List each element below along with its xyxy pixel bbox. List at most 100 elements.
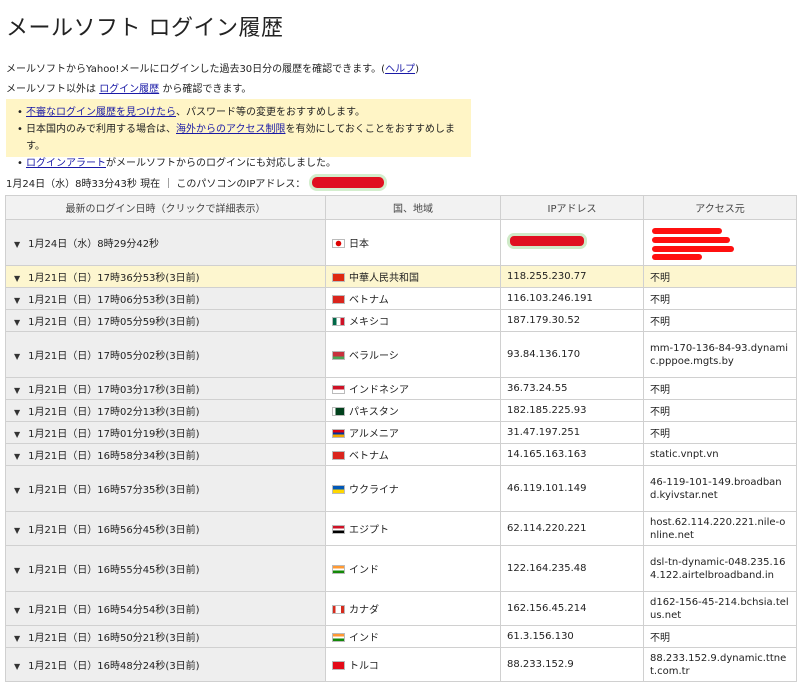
date-cell[interactable]: ▼ 1月21日（日）17時36分53秒(3日前) [5,265,326,288]
host-cell: 不明 [643,287,797,310]
login-alert-link[interactable]: ログインアラート [26,158,106,169]
table-row[interactable]: ▼ 1月21日（日）17時06分53秒(3日前) ベトナム 116.103.246… [5,287,797,310]
triangle-down-icon[interactable]: ▼ [14,318,20,327]
table-row[interactable]: ▼ 1月21日（日）17時05分02秒(3日前) ベラルーシ 93.84.136.… [5,331,797,378]
country-cell: ウクライナ [325,465,501,512]
flag-pakistan-icon [332,407,345,416]
country-cell: ベトナム [325,287,501,310]
host-cell: 46-119-101-149.broadband.kyivstar.net [643,465,797,512]
table-row[interactable]: ▼ 1月21日（日）16時55分45秒(3日前) インド 122.164.235.… [5,545,797,592]
login-history-table: 最新のログイン日時（クリックで詳細表示） 国、地域 IPアドレス アクセス元 ▼… [5,195,797,682]
overseas-access-restriction-link[interactable]: 海外からのアクセス制限 [176,124,286,135]
triangle-down-icon[interactable]: ▼ [14,352,20,361]
header-ip: IPアドレス [500,195,644,220]
country-cell: ベトナム [325,443,501,466]
triangle-down-icon[interactable]: ▼ [14,296,20,305]
date-cell[interactable]: ▼ 1月21日（日）16時56分45秒(3日前) [5,511,326,546]
ip-cell: 31.47.197.251 [500,421,644,444]
host-cell: 88.233.152.9.dynamic.ttnet.com.tr [643,647,797,682]
table-row[interactable]: ▼ 1月21日（日）17時05分59秒(3日前) メキシコ 187.179.30.… [5,309,797,332]
country-cell: エジプト [325,511,501,546]
notice-item: 不審なログイン履歴を見つけたら、パスワード等の変更をおすすめします。 [17,104,471,121]
host-cell: dsl-tn-dynamic-048.235.164.122.airtelbro… [643,545,797,592]
flag-mexico-icon [332,317,345,326]
header-host: アクセス元 [643,195,797,220]
triangle-down-icon[interactable]: ▼ [14,408,20,417]
date-cell[interactable]: ▼ 1月21日（日）17時03分17秒(3日前) [5,377,326,400]
country-cell: インド [325,625,501,648]
notice-box: 不審なログイン履歴を見つけたら、パスワード等の変更をおすすめします。 日本国内の… [6,99,471,172]
ip-cell: 187.179.30.52 [500,309,644,332]
triangle-down-icon[interactable]: ▼ [14,240,20,249]
country-cell: パキスタン [325,399,501,422]
host-cell: 不明 [643,421,797,444]
suspicious-login-link[interactable]: 不審なログイン履歴を見つけたら [26,107,176,118]
ip-cell: 122.164.235.48 [500,545,644,592]
table-row[interactable]: ▼ 1月24日（水）8時29分42秒 日本 [5,219,797,266]
header-country: 国、地域 [325,195,501,220]
flag-canada-icon [332,605,345,614]
triangle-down-icon[interactable]: ▼ [14,386,20,395]
flag-ukraine-icon [332,485,345,494]
date-cell[interactable]: ▼ 1月21日（日）17時05分59秒(3日前) [5,309,326,332]
flag-belarus-icon [332,351,345,360]
date-cell[interactable]: ▼ 1月21日（日）17時06分53秒(3日前) [5,287,326,310]
date-cell[interactable]: ▼ 1月21日（日）16時50分21秒(3日前) [5,625,326,648]
triangle-down-icon[interactable]: ▼ [14,452,20,461]
triangle-down-icon[interactable]: ▼ [14,486,20,495]
host-cell: 不明 [643,399,797,422]
table-row[interactable]: ▼ 1月21日（日）16時48分24秒(3日前) トルコ 88.233.152.9… [5,647,797,682]
ip-cell: 162.156.45.214 [500,591,644,626]
ip-cell: 118.255.230.77 [500,265,644,288]
table-row[interactable]: ▼ 1月21日（日）16時57分35秒(3日前) ウクライナ 46.119.101… [5,465,797,512]
table-row[interactable]: ▼ 1月21日（日）16時50分21秒(3日前) インド 61.3.156.130… [5,625,797,648]
country-cell: 日本 [325,219,501,266]
triangle-down-icon[interactable]: ▼ [14,606,20,615]
triangle-down-icon[interactable]: ▼ [14,566,20,575]
help-link[interactable]: ヘルプ [385,64,415,75]
triangle-down-icon[interactable]: ▼ [14,662,20,671]
triangle-down-icon[interactable]: ▼ [14,274,20,283]
table-row[interactable]: ▼ 1月21日（日）17時01分19秒(3日前) アルメニア 31.47.197.… [5,421,797,444]
header-date: 最新のログイン日時（クリックで詳細表示） [5,195,326,220]
ip-cell: 14.165.163.163 [500,443,644,466]
date-cell[interactable]: ▼ 1月21日（日）16時57分35秒(3日前) [5,465,326,512]
host-cell: 不明 [643,377,797,400]
flag-china-icon [332,273,345,282]
date-cell[interactable]: ▼ 1月21日（日）16時48分24秒(3日前) [5,647,326,682]
flag-egypt-icon [332,525,345,534]
country-cell: メキシコ [325,309,501,332]
table-row[interactable]: ▼ 1月21日（日）16時58分34秒(3日前) ベトナム 14.165.163.… [5,443,797,466]
host-cell [643,219,797,266]
table-row[interactable]: ▼ 1月21日（日）16時54分54秒(3日前) カナダ 162.156.45.2… [5,591,797,626]
redacted-host [650,224,740,262]
country-cell: アルメニア [325,421,501,444]
page-title: メールソフト ログイン履歴 [6,16,284,41]
table-row[interactable]: ▼ 1月21日（日）17時36分53秒(3日前) 中華人民共和国 118.255.… [5,265,797,288]
triangle-down-icon[interactable]: ▼ [14,634,20,643]
flag-turkey-icon [332,661,345,670]
table-row[interactable]: ▼ 1月21日（日）16時56分45秒(3日前) エジプト 62.114.220.… [5,511,797,546]
login-history-link[interactable]: ログイン履歴 [99,84,159,95]
host-cell: 不明 [643,309,797,332]
date-cell[interactable]: ▼ 1月21日（日）17時02分13秒(3日前) [5,399,326,422]
ip-cell: 116.103.246.191 [500,287,644,310]
table-row[interactable]: ▼ 1月21日（日）17時03分17秒(3日前) インドネシア 36.73.24.… [5,377,797,400]
flag-japan-icon [332,239,345,248]
date-cell[interactable]: ▼ 1月21日（日）16時54分54秒(3日前) [5,591,326,626]
triangle-down-icon[interactable]: ▼ [14,526,20,535]
date-cell[interactable]: ▼ 1月21日（日）17時05分02秒(3日前) [5,331,326,378]
flag-armenia-icon [332,429,345,438]
redacted-ip-address [309,174,388,191]
flag-indonesia-icon [332,385,345,394]
date-cell[interactable]: ▼ 1月24日（水）8時29分42秒 [5,219,326,266]
table-row[interactable]: ▼ 1月21日（日）17時02分13秒(3日前) パキスタン 182.185.22… [5,399,797,422]
date-cell[interactable]: ▼ 1月21日（日）17時01分19秒(3日前) [5,421,326,444]
triangle-down-icon[interactable]: ▼ [14,430,20,439]
country-cell: カナダ [325,591,501,626]
country-cell: ベラルーシ [325,331,501,378]
date-cell[interactable]: ▼ 1月21日（日）16時55分45秒(3日前) [5,545,326,592]
country-cell: インド [325,545,501,592]
notice-item: 日本国内のみで利用する場合は、海外からのアクセス制限を有効にしておくことをおすす… [17,121,471,155]
date-cell[interactable]: ▼ 1月21日（日）16時58分34秒(3日前) [5,443,326,466]
